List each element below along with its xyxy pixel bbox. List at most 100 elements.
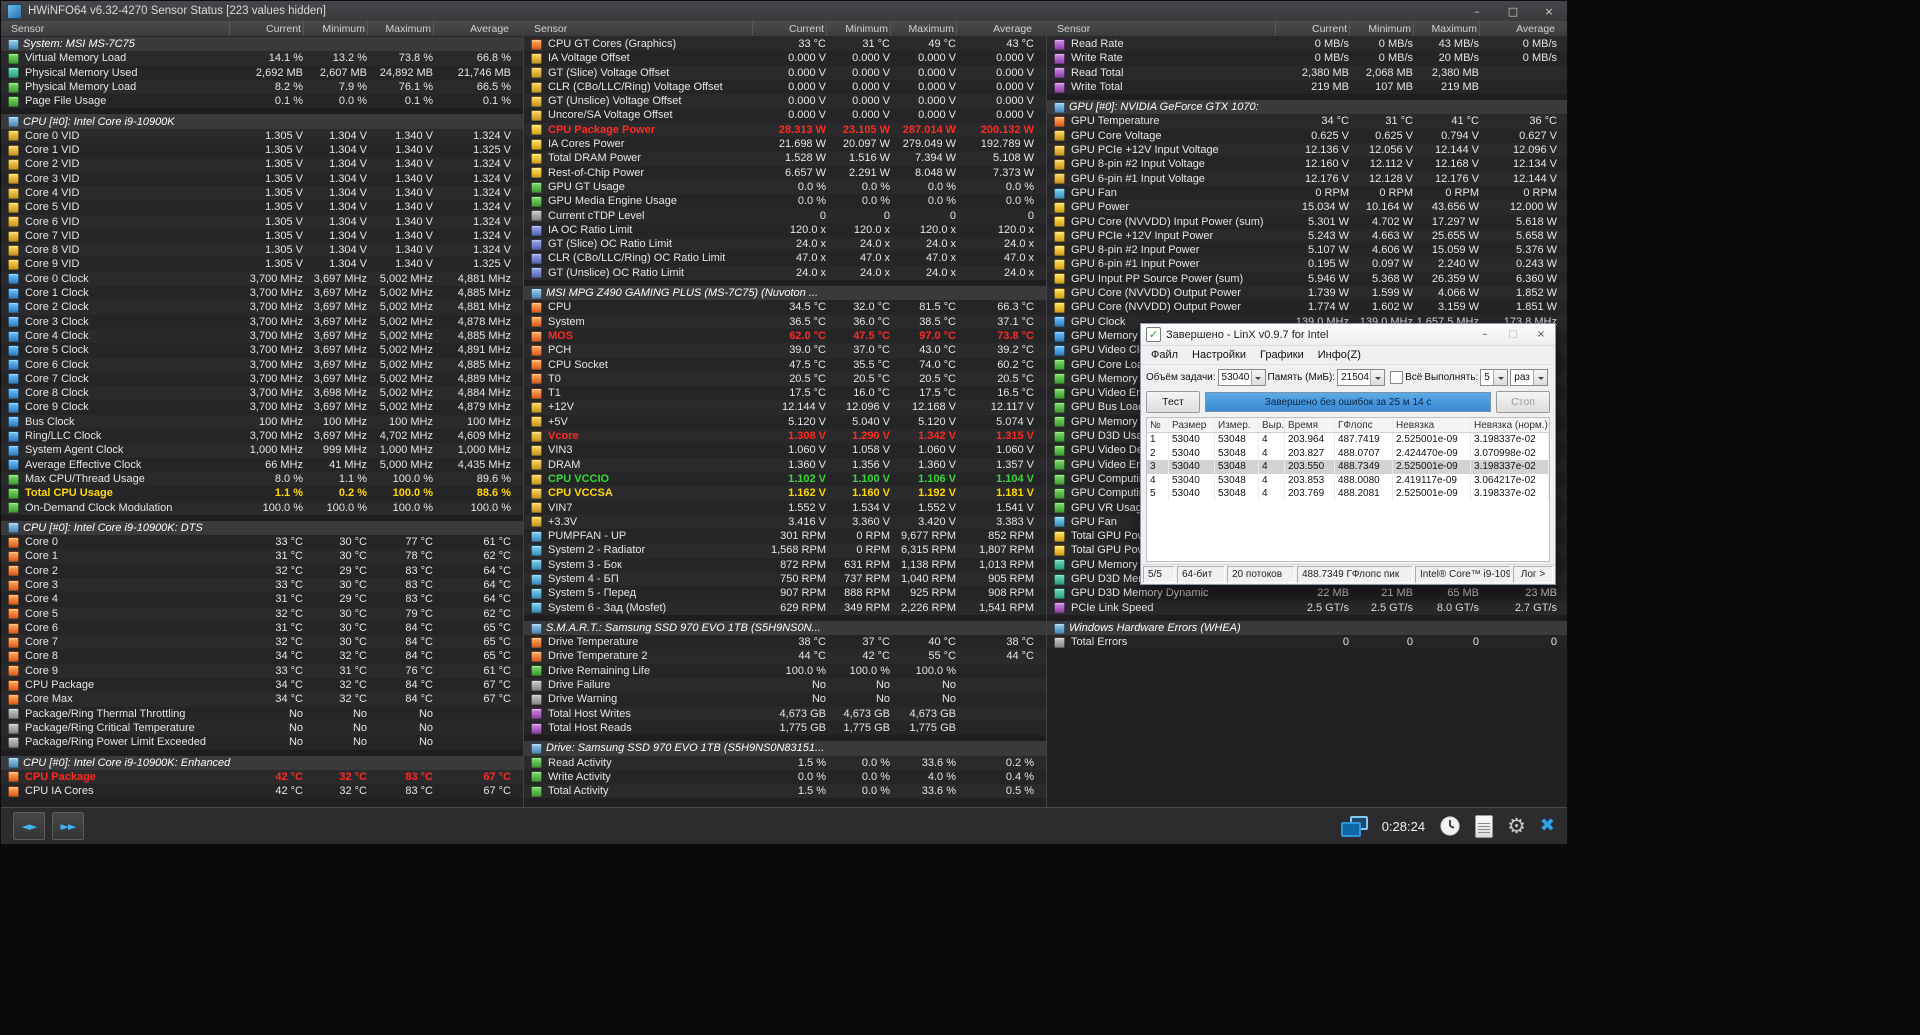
sensor-row[interactable]: System 4 - БП 750 RPM 737 RPM 1,040 RPM 905 … [524, 571, 1046, 587]
sensor-row[interactable]: IA OC Ratio Limit 120.0 x 120.0 x 120.0 x 12… [524, 222, 1046, 238]
sensor-row[interactable]: GPU GT Usage 0.0 % 0.0 % 0.0 % 0.0 % [524, 179, 1046, 195]
sensor-row[interactable]: PUMPFAN - UP 301 RPM 0 RPM 9,677 RPM 852 RPM [524, 529, 1046, 544]
sensor-row[interactable]: GPU PCIe +12V Input Voltage 12.136 V 12.05… [1047, 143, 1567, 158]
sensor-row[interactable]: Core 1 VID 1.305 V 1.304 V 1.340 V 1.325 V [1, 143, 523, 158]
sensor-row[interactable]: Write Activity 0.0 % 0.0 % 4.0 % 0.4 % [524, 769, 1046, 785]
menu-item[interactable]: Настройки [1185, 349, 1253, 361]
sensor-row[interactable]: Drive Temperature 38 °C 37 °C 40 °C 38 °C [524, 635, 1046, 650]
sensor-row[interactable]: GPU Core (NVVDD) Output Power 1.739 W 1.59… [1047, 286, 1567, 301]
clock-icon[interactable] [1439, 815, 1461, 837]
maximize-button[interactable]: □ [1495, 1, 1531, 21]
sensor-row[interactable]: GPU 6-pin #1 Input Power 0.195 W 0.097 W 2.… [1047, 257, 1567, 272]
sensor-row[interactable]: GPU Power 15.034 W 10.164 W 43.656 W 12.000 … [1047, 200, 1567, 215]
header-current[interactable]: Current [752, 21, 826, 36]
sensor-row[interactable]: Total Activity 1.5 % 0.0 % 33.6 % 0.5 % [524, 784, 1046, 799]
sensor-row[interactable]: Physical Memory Load 8.2 % 7.9 % 76.1 % 66.5… [1, 79, 523, 95]
collapse-columns-button[interactable]: ◄► [13, 812, 45, 840]
sensor-row[interactable]: GPU Core (NVVDD) Input Power (sum) 5.301 … [1047, 214, 1567, 229]
sensor-row[interactable]: Page File Usage 0.1 % 0.0 % 0.1 % 0.1 % [1, 94, 523, 109]
run-unit-select[interactable]: раз [1510, 369, 1549, 386]
sensor-row[interactable]: Core 9 Clock 3,700 MHz 3,697 MHz 5,002 MHz 4… [1, 400, 523, 415]
stop-button[interactable]: Стоп [1496, 391, 1550, 413]
sensor-row[interactable]: CPU Socket 47.5 °C 35.5 °C 74.0 °C 60.2 °C [524, 357, 1046, 372]
sensor-row[interactable]: GPU Temperature 34 °C 31 °C 41 °C 36 °C [1047, 114, 1567, 129]
header-current[interactable]: Current [229, 21, 303, 36]
sensor-row[interactable]: Core 0 VID 1.305 V 1.304 V 1.340 V 1.324 V [1, 128, 523, 144]
linx-minimize-button[interactable]: – [1471, 324, 1499, 345]
header-minimum[interactable]: Minimum [303, 21, 367, 36]
sensor-row[interactable]: GPU Media Engine Usage 0.0 % 0.0 % 0.0 % 0.0… [524, 194, 1046, 209]
sensor-row[interactable]: Core Max 34 °C 32 °C 84 °C 67 °C [1, 692, 523, 707]
sensor-row[interactable]: Total Errors 0 0 0 0 [1047, 635, 1567, 650]
sensor-row[interactable]: CPU 34.5 °C 32.0 °C 81.5 °C 66.3 °C [524, 300, 1046, 315]
sensor-row[interactable]: GPU 8-pin #2 Input Power 5.107 W 4.606 W 15… [1047, 243, 1567, 258]
sensor-row[interactable]: Drive Warning No No No [524, 692, 1046, 707]
sensor-row[interactable]: System 3 - Бок 872 RPM 631 RPM 1,138 RPM 1,0… [524, 557, 1046, 572]
sensor-row[interactable]: Core 9 VID 1.305 V 1.304 V 1.340 V 1.325 V [1, 257, 523, 272]
header-sensor[interactable]: Sensor [1, 23, 229, 35]
header-minimum[interactable]: Minimum [826, 21, 890, 36]
sensor-row[interactable]: Read Activity 1.5 % 0.0 % 33.6 % 0.2 % [524, 755, 1046, 770]
sensor-row[interactable]: Total DRAM Power 1.528 W 1.516 W 7.394 W 5.1… [524, 151, 1046, 166]
menu-item[interactable]: Файл [1144, 349, 1185, 361]
sensor-row[interactable]: GT (Slice) OC Ratio Limit 24.0 x 24.0 x 24.… [524, 237, 1046, 252]
sensor-row[interactable]: System 2 - Radiator 1,568 RPM 0 RPM 6,315 R… [524, 543, 1046, 558]
menu-item[interactable]: Графики [1253, 349, 1311, 361]
sensor-row[interactable]: Rest-of-Chip Power 6.657 W 2.291 W 8.048 W 7… [524, 165, 1046, 180]
linx-result-row[interactable]: 2 53040 53048 4 203.827 488.0707 2.424470e-09 3… [1147, 446, 1549, 460]
expand-columns-button[interactable]: ►► [52, 812, 84, 840]
linx-result-row[interactable]: 3 53040 53048 4 203.550 488.7349 2.525001e-09 3… [1147, 460, 1549, 474]
sensor-row[interactable]: Core 3 VID 1.305 V 1.304 V 1.340 V 1.324 V [1, 171, 523, 186]
sensor-row[interactable]: CPU VCCSA 1.162 V 1.160 V 1.192 V 1.181 V [524, 486, 1046, 501]
sensor-row[interactable]: GPU 6-pin #1 Input Voltage 12.176 V 12.128… [1047, 171, 1567, 186]
sensor-row[interactable]: +5V 5.120 V 5.040 V 5.120 V 5.074 V [524, 414, 1046, 430]
sensor-row[interactable]: Core 7 32 °C 30 °C 84 °C 65 °C [1, 635, 523, 650]
linx-titlebar[interactable]: ✓ Завершено - LinX v0.9.7 for Intel – □ … [1141, 324, 1555, 346]
sensor-row[interactable]: System 6 - Зад (Mosfet) 629 RPM 349 RPM 2,2… [524, 600, 1046, 615]
sensor-row[interactable]: +12V 12.144 V 12.096 V 12.168 V 12.117 V [524, 400, 1046, 415]
sensor-row[interactable]: +3.3V 3.416 V 3.360 V 3.420 V 3.383 V [524, 514, 1046, 530]
sensor-row[interactable]: PCIe Link Speed 2.5 GT/s 2.5 GT/s 8.0 GT/s 2… [1047, 600, 1567, 615]
sensor-row[interactable]: On-Demand Clock Modulation 100.0 % 100.0 %… [1, 500, 523, 515]
sensor-row[interactable]: Core 1 31 °C 30 °C 78 °C 62 °C [1, 549, 523, 564]
header-maximum[interactable]: Maximum [1413, 21, 1479, 36]
all-memory-checkbox[interactable] [1390, 371, 1404, 384]
sensor-row[interactable]: PCH 39.0 °C 37.0 °C 43.0 °C 39.2 °C [524, 343, 1046, 358]
sensor-row[interactable]: Core 3 Clock 3,700 MHz 3,697 MHz 5,002 MHz 4… [1, 314, 523, 329]
close-sensors-icon[interactable]: ✖ [1540, 817, 1555, 835]
sensor-row[interactable]: CPU Package 34 °C 32 °C 84 °C 67 °C [1, 678, 523, 693]
sensor-row[interactable]: Virtual Memory Load 14.1 % 13.2 % 73.8 % 66.… [1, 51, 523, 66]
sensor-row[interactable]: Package/Ring Critical Temperature No No No [1, 720, 523, 736]
header-sensor[interactable]: Sensor [524, 23, 752, 35]
sensor-row[interactable]: Core 9 33 °C 31 °C 76 °C 61 °C [1, 663, 523, 679]
sensor-row[interactable]: GPU D3D Memory Dynamic 22 MB 21 MB 65 MB 23 … [1047, 586, 1567, 601]
sensor-row[interactable]: GT (Slice) Voltage Offset 0.000 V 0.000 V 0… [524, 65, 1046, 80]
section-header-row[interactable]: CPU [#0]: Intel Core i9-10900K [1, 114, 523, 129]
sensor-row[interactable]: GPU Input PP Source Power (sum) 5.946 W 5.… [1047, 271, 1567, 287]
sensor-row[interactable]: Core 4 31 °C 29 °C 83 °C 64 °C [1, 592, 523, 607]
sensor-row[interactable]: Total Host Writes 4,673 GB 4,673 GB 4,673 G… [524, 706, 1046, 721]
sensor-row[interactable]: Read Rate 0 MB/s 0 MB/s 43 MB/s 0 MB/s [1047, 37, 1567, 52]
sensor-row[interactable]: DRAM 1.360 V 1.356 V 1.360 V 1.357 V [524, 457, 1046, 472]
sensor-row[interactable]: CPU VCCIO 1.102 V 1.100 V 1.106 V 1.104 V [524, 471, 1046, 487]
sensor-row[interactable]: IA Voltage Offset 0.000 V 0.000 V 0.000 V 0.… [524, 51, 1046, 66]
sensor-row[interactable]: IA Cores Power 21.698 W 20.097 W 279.049 W 1… [524, 137, 1046, 152]
sensor-row[interactable]: Physical Memory Used 2,692 MB 2,607 MB 24,8… [1, 65, 523, 80]
sensor-row[interactable]: Core 7 VID 1.305 V 1.304 V 1.340 V 1.324 V [1, 228, 523, 244]
header-average[interactable]: Average [433, 21, 511, 36]
sensor-row[interactable]: CPU GT Cores (Graphics) 33 °C 31 °C 49 °C 43… [524, 37, 1046, 52]
sensor-row[interactable]: Write Total 219 MB 107 MB 219 MB [1047, 79, 1567, 95]
header-sensor[interactable]: Sensor [1047, 23, 1275, 35]
sensor-row[interactable]: Uncore/SA Voltage Offset 0.000 V 0.000 V 0.… [524, 108, 1046, 123]
test-button[interactable]: Тест [1146, 391, 1200, 413]
section-header-row[interactable]: System: MSI MS-7C75 [1, 37, 523, 52]
section-header-row[interactable]: Drive: Samsung SSD 970 EVO 1TB (S5H9NS0N… [524, 741, 1046, 756]
sensor-row[interactable]: Bus Clock 100 MHz 100 MHz 100 MHz 100 MHz [1, 414, 523, 430]
sensor-row[interactable]: Core 8 Clock 3,700 MHz 3,698 MHz 5,002 MHz 4… [1, 386, 523, 401]
sensor-row[interactable]: Ring/LLC Clock 3,700 MHz 3,697 MHz 4,702 MH… [1, 429, 523, 444]
sensor-row[interactable]: Core 0 Clock 3,700 MHz 3,697 MHz 5,002 MHz 4… [1, 271, 523, 287]
sensor-row[interactable]: Core 6 VID 1.305 V 1.304 V 1.340 V 1.324 V [1, 214, 523, 229]
sensor-row[interactable]: Core 5 32 °C 30 °C 79 °C 62 °C [1, 606, 523, 621]
sensor-row[interactable]: Core 6 Clock 3,700 MHz 3,697 MHz 5,002 MHz 4… [1, 357, 523, 372]
sensor-row[interactable]: MOS 62.0 °C 47.5 °C 97.0 °C 73.8 °C [524, 328, 1046, 344]
